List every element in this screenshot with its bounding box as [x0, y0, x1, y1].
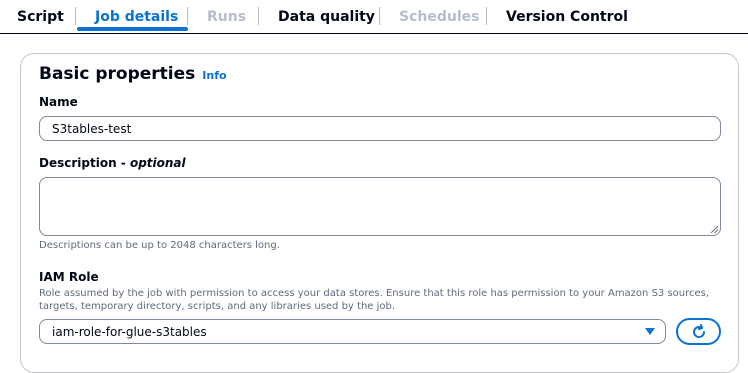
tab-bar: Script Job details Runs Data quality Sch… [0, 0, 748, 34]
description-label: Description - optional [39, 156, 186, 170]
tab-divider [379, 7, 380, 25]
resize-grip-icon[interactable] [710, 225, 718, 233]
tab-divider [187, 7, 188, 25]
refresh-button[interactable] [676, 318, 721, 345]
tab-script[interactable]: Script [17, 0, 64, 33]
active-tab-indicator [77, 27, 188, 31]
tab-runs: Runs [207, 8, 247, 25]
iam-role-label: IAM Role [39, 270, 99, 284]
tab-divider [486, 7, 487, 25]
info-link[interactable]: Info [202, 69, 226, 82]
tab-data-quality[interactable]: Data quality [278, 0, 375, 33]
section-heading: Basic properties Info [39, 64, 227, 84]
refresh-icon [692, 323, 705, 338]
tab-version-control[interactable]: Version Control [506, 0, 628, 33]
optional-marker: optional [129, 156, 186, 170]
iam-role-description-line2: targets, temporary directory, scripts, a… [39, 301, 396, 312]
name-input[interactable]: S3tables-test [39, 116, 721, 141]
tab-divider [75, 7, 76, 25]
iam-role-selected-value: iam-role-for-glue-s3tables [52, 324, 207, 339]
section-title: Basic properties [39, 64, 196, 84]
description-textarea[interactable] [39, 177, 721, 236]
caret-down-icon [645, 328, 655, 335]
iam-role-select[interactable]: iam-role-for-glue-s3tables [39, 319, 666, 344]
name-label: Name [39, 95, 78, 109]
tab-divider [258, 7, 259, 25]
name-input-value: S3tables-test [52, 121, 132, 136]
iam-role-description-line1: Role assumed by the job with permission … [39, 288, 710, 299]
description-hint: Descriptions can be up to 2048 character… [39, 240, 280, 251]
tab-schedules: Schedules [399, 8, 480, 25]
